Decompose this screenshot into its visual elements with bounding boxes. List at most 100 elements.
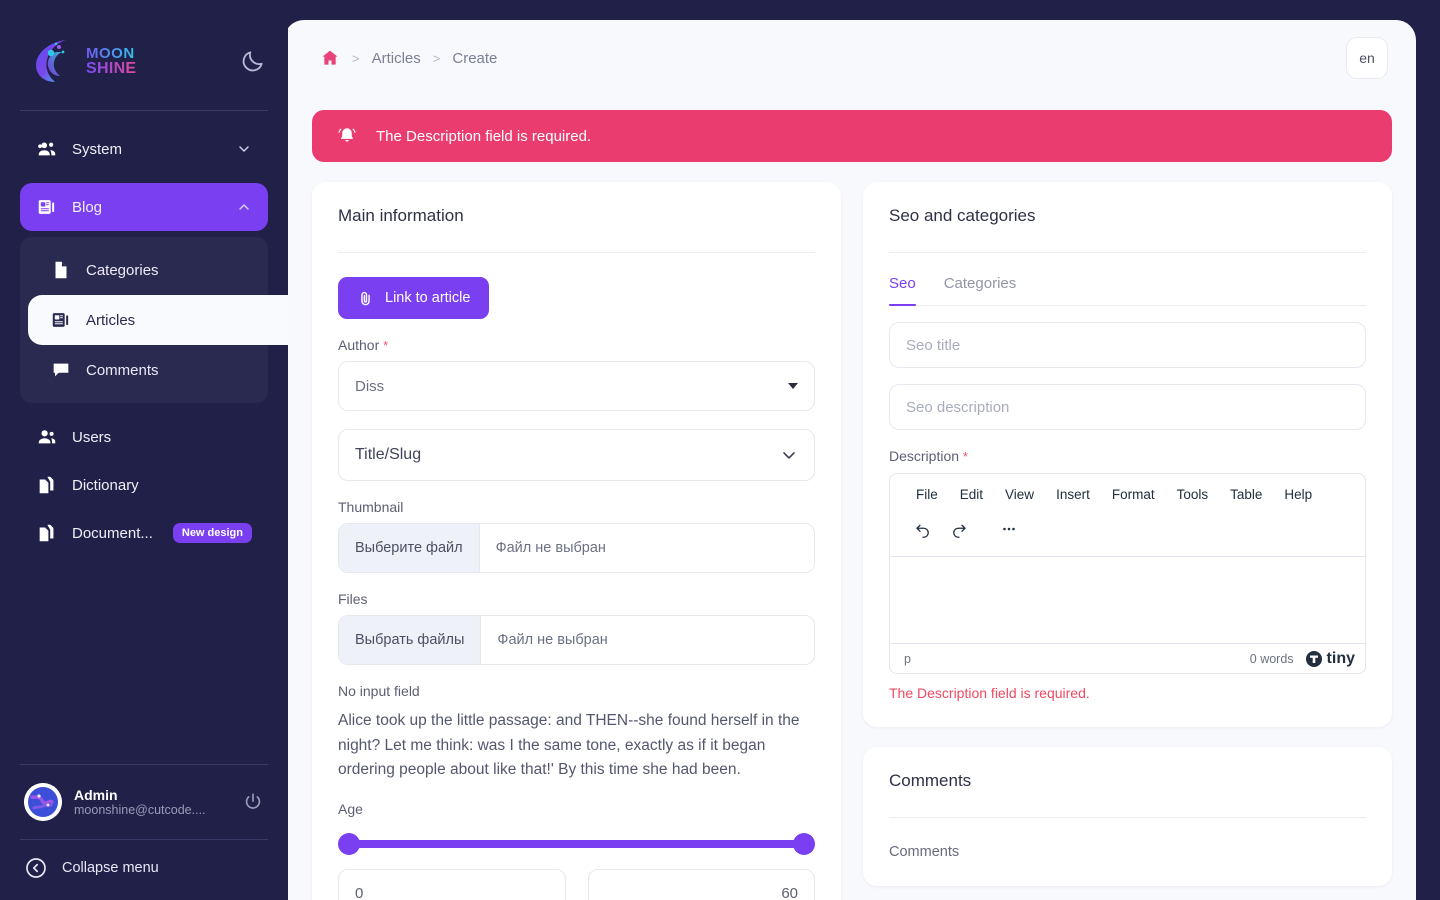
card-title: Main information	[338, 206, 464, 225]
title-slug-label: Title/Slug	[355, 446, 422, 463]
description-label-text: Description	[889, 448, 960, 464]
link-to-article-button[interactable]: Link to article	[338, 277, 490, 319]
files-file-status: Файл не выбран	[497, 632, 608, 648]
age-range-inputs: 0 60	[338, 868, 815, 900]
tinymce-logo[interactable]: tiny	[1305, 649, 1355, 668]
thumbnail-browse-button[interactable]: Выберите файл	[339, 524, 480, 572]
caret-down-icon	[788, 383, 798, 389]
breadcrumb-item-articles[interactable]: Articles	[372, 50, 421, 67]
link-to-article-label: Link to article	[385, 290, 471, 306]
tiny-mark-icon	[1305, 650, 1322, 667]
seo-title-input[interactable]	[889, 322, 1366, 368]
sidebar-submenu-blog: Categories Articles Comments	[20, 237, 288, 403]
theme-toggle-moon-icon[interactable]	[240, 48, 266, 74]
no-input-text: Alice took up the little passage: and TH…	[338, 712, 800, 779]
sidebar-item-comments[interactable]: Comments	[28, 345, 260, 395]
editor-menu-help[interactable]: Help	[1276, 483, 1320, 506]
breadcrumb-separator: >	[352, 50, 360, 66]
age-max-input[interactable]: 60	[587, 868, 815, 900]
language-switcher[interactable]: en	[1346, 37, 1388, 79]
tinymce-logo-label: tiny	[1326, 649, 1355, 667]
sidebar-item-label: Categories	[86, 261, 159, 279]
redo-button[interactable]	[944, 514, 974, 544]
sidebar-item-categories[interactable]: Categories	[28, 245, 260, 295]
brand-moon-text: MOON	[86, 44, 135, 62]
tinymce-editor: File Edit View Insert Format Tools Table…	[889, 473, 1366, 674]
sidebar-item-label: System	[72, 140, 123, 158]
home-icon[interactable]	[320, 48, 340, 68]
sidebar-item-users[interactable]: Users	[20, 413, 268, 461]
user-meta: Admin moonshine@cutcode....	[74, 787, 230, 817]
users-group-icon	[38, 430, 56, 444]
card-divider	[889, 817, 1366, 818]
chevron-up-icon	[239, 204, 249, 210]
user-profile[interactable]: Admin moonshine@cutcode....	[20, 765, 268, 839]
editor-menu-insert[interactable]: Insert	[1048, 483, 1098, 506]
author-label-text: Author	[338, 337, 380, 353]
collapse-menu-button[interactable]: Collapse menu	[20, 840, 268, 880]
sidebar-header: MOON SHINE	[0, 0, 288, 96]
author-select[interactable]: Diss	[338, 361, 815, 411]
brand-logo[interactable]: MOON SHINE	[26, 34, 136, 88]
breadcrumb: > Articles > Create	[320, 48, 497, 68]
required-marker: *	[383, 338, 389, 353]
seo-tabs: Seo Categories	[889, 275, 1366, 306]
comments-card: Comments Comments	[863, 747, 1392, 886]
no-input-label: No input field	[338, 683, 420, 699]
thumbnail-field: Thumbnail Выберите файл Файл не выбран	[338, 499, 815, 573]
tab-seo[interactable]: Seo	[889, 275, 916, 306]
avatar	[24, 783, 62, 821]
editor-word-count: 0 words	[1249, 651, 1294, 666]
description-label: Description *	[889, 448, 1366, 464]
documents-icon	[39, 476, 54, 494]
editor-menu-format[interactable]: Format	[1104, 483, 1163, 506]
breadcrumb-separator: >	[432, 50, 441, 66]
thumbnail-file-status: Файл не выбран	[495, 540, 606, 556]
slider-knob-max[interactable]	[793, 832, 815, 855]
editor-menu-table[interactable]: Table	[1222, 483, 1270, 506]
editor-menu-tools[interactable]: Tools	[1169, 483, 1217, 506]
editor-content-area[interactable]	[890, 557, 1365, 643]
editor-menu-view[interactable]: View	[997, 483, 1042, 506]
power-icon[interactable]	[242, 791, 264, 813]
tab-categories[interactable]: Categories	[944, 275, 1017, 305]
topbar: > Articles > Create en	[284, 20, 1416, 96]
paperclip-icon	[361, 291, 370, 305]
editor-element-path: p	[904, 651, 911, 666]
undo-button[interactable]	[908, 514, 938, 544]
sidebar-item-dictionary[interactable]: Dictionary	[20, 461, 268, 509]
sidebar-item-system[interactable]: System	[20, 125, 268, 173]
title-slug-accordion[interactable]: Title/Slug	[338, 429, 815, 481]
more-options-button[interactable]	[994, 514, 1024, 544]
files-browse-button[interactable]: Выбрать файлы	[339, 616, 482, 664]
sidebar-item-articles[interactable]: Articles	[28, 295, 288, 345]
age-field: Age 0 60	[338, 801, 815, 900]
age-min-input[interactable]: 0	[338, 868, 566, 900]
sidebar-footer: Admin moonshine@cutcode.... Collapse men…	[0, 764, 288, 900]
user-name: Admin	[74, 787, 118, 803]
undo-icon	[916, 524, 929, 538]
no-input-field: No input field Alice took up the little …	[338, 683, 815, 783]
sidebar-item-documentation[interactable]: Document... New design	[20, 509, 268, 557]
users-group-icon	[38, 142, 56, 156]
chat-bubble-icon	[53, 363, 69, 377]
sidebar-item-blog[interactable]: Blog	[20, 183, 268, 231]
sidebar-item-label: Document...	[72, 524, 153, 542]
card-title: Seo and categories	[889, 206, 1036, 225]
main-information-card: Main information Link to article Author …	[312, 182, 841, 900]
app-root: MOON SHINE System Blog Categories Articl…	[0, 0, 1440, 900]
slider-knob-min[interactable]	[338, 832, 360, 855]
collapse-menu-label: Collapse menu	[62, 860, 159, 876]
seo-description-input[interactable]	[889, 384, 1366, 430]
age-range-slider[interactable]	[338, 832, 815, 855]
slider-track	[348, 839, 805, 848]
editor-menu-edit[interactable]: Edit	[952, 483, 991, 506]
seo-and-categories-card: Seo and categories Seo Categories Descri…	[863, 182, 1392, 727]
badge-new-design: New design	[172, 523, 252, 543]
alert-banner: The Description field is required.	[312, 110, 1392, 162]
thumbnail-file-input[interactable]: Выберите файл Файл не выбран	[338, 523, 815, 573]
description-error-message: The Description field is required.	[889, 685, 1090, 701]
title-slug-field: Title/Slug	[338, 429, 815, 481]
editor-menu-file[interactable]: File	[908, 483, 946, 506]
files-file-input[interactable]: Выбрать файлы Файл не выбран	[338, 615, 815, 665]
